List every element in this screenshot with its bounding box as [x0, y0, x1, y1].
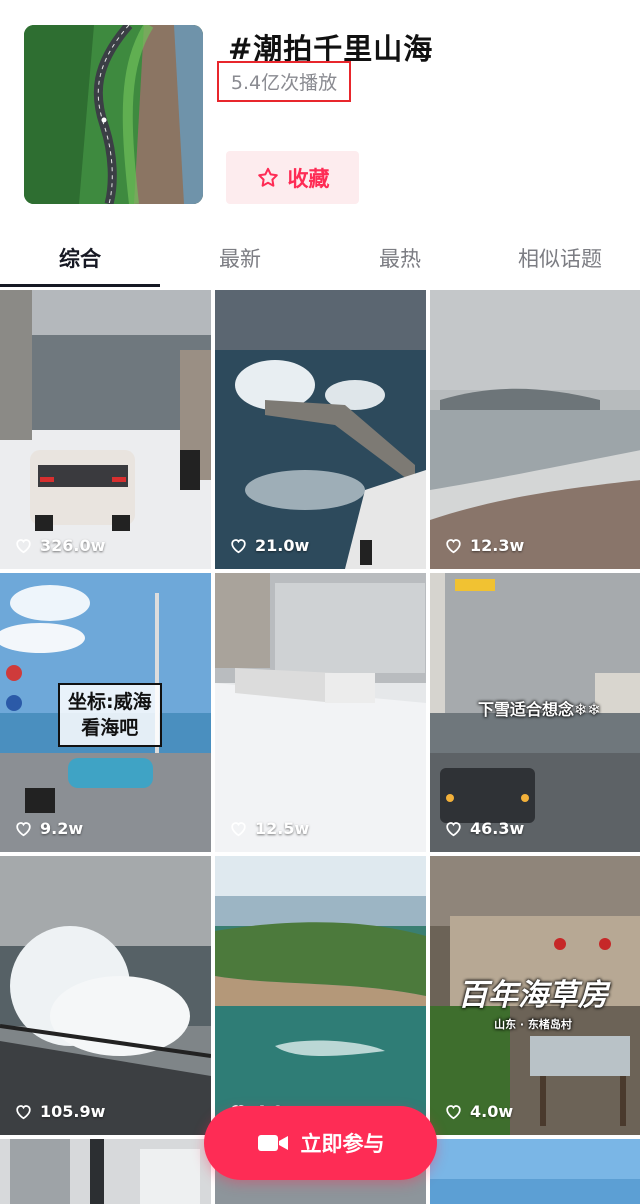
video-card[interactable]: 下雪适合想念❄❄ 46.3w — [430, 573, 640, 852]
tab-similar-topics[interactable]: 相似话题 — [480, 232, 640, 284]
heart-icon — [16, 539, 31, 554]
video-thumbnail — [215, 573, 426, 852]
topic-cover-image — [24, 25, 203, 204]
tab-hottest[interactable]: 最热 — [320, 232, 480, 284]
heart-icon — [446, 539, 461, 554]
video-grid: 326.0w 21.0w 12.3w 坐标:威海 看海吧 9.2w 12.5w … — [0, 290, 640, 1204]
video-card[interactable]: 百年海草房 山东 · 东楮岛村 4.0w — [430, 856, 640, 1135]
video-card[interactable]: 12.5w — [215, 573, 426, 852]
heart-icon — [16, 822, 31, 837]
tab-bar: 综合 最新 最热 相似话题 — [0, 232, 640, 288]
video-thumbnail — [0, 856, 211, 1135]
video-thumbnail — [0, 290, 211, 569]
video-card[interactable]: 坐标:威海 看海吧 9.2w — [0, 573, 211, 852]
video-thumbnail — [430, 290, 640, 569]
video-thumbnail — [215, 856, 426, 1135]
video-card[interactable]: 12.3w — [430, 290, 640, 569]
heart-icon — [231, 822, 246, 837]
video-card[interactable] — [0, 1139, 211, 1204]
overlay-caption: 坐标:威海 看海吧 — [58, 683, 162, 747]
video-card[interactable]: 326.0w — [0, 290, 211, 569]
tab-comprehensive[interactable]: 综合 — [0, 232, 160, 287]
favorite-label: 收藏 — [287, 166, 330, 191]
like-count: 46.3w — [444, 819, 524, 838]
play-count: 5.4亿次播放 — [230, 72, 338, 94]
favorite-button[interactable]: 收藏 — [226, 151, 359, 204]
join-button[interactable]: 立即参与 — [204, 1106, 437, 1180]
like-count: 9.2w — [14, 819, 83, 838]
play-count-highlight: 5.4亿次播放 — [217, 61, 351, 102]
heart-icon — [231, 539, 246, 554]
like-count: 12.3w — [444, 536, 524, 555]
like-count: 21.0w — [229, 536, 309, 555]
like-count: 4.0w — [444, 1102, 513, 1121]
overlay-caption: 百年海草房 山东 · 东楮岛村 — [458, 978, 608, 1031]
heart-icon — [446, 822, 461, 837]
video-camera-icon — [257, 1135, 288, 1151]
video-card[interactable]: 21.0w — [215, 290, 426, 569]
like-count: 12.5w — [229, 819, 309, 838]
video-card[interactable]: 105.9w — [0, 856, 211, 1135]
video-thumbnail — [215, 290, 426, 569]
join-button-label: 立即参与 — [300, 1132, 385, 1156]
topic-header: #潮拍千里山海 5.4亿次播放 收藏 — [0, 0, 640, 230]
star-icon — [257, 167, 278, 187]
video-card[interactable] — [430, 1139, 640, 1204]
video-thumbnail — [0, 1139, 211, 1204]
tab-latest[interactable]: 最新 — [160, 232, 320, 284]
video-thumbnail — [430, 1139, 640, 1204]
heart-icon — [446, 1105, 461, 1120]
overlay-caption: 下雪适合想念❄❄ — [478, 700, 601, 719]
like-count: 326.0w — [14, 536, 105, 555]
heart-icon — [16, 1105, 31, 1120]
like-count: 105.9w — [14, 1102, 105, 1121]
video-card[interactable]: 4.0w — [215, 856, 426, 1135]
